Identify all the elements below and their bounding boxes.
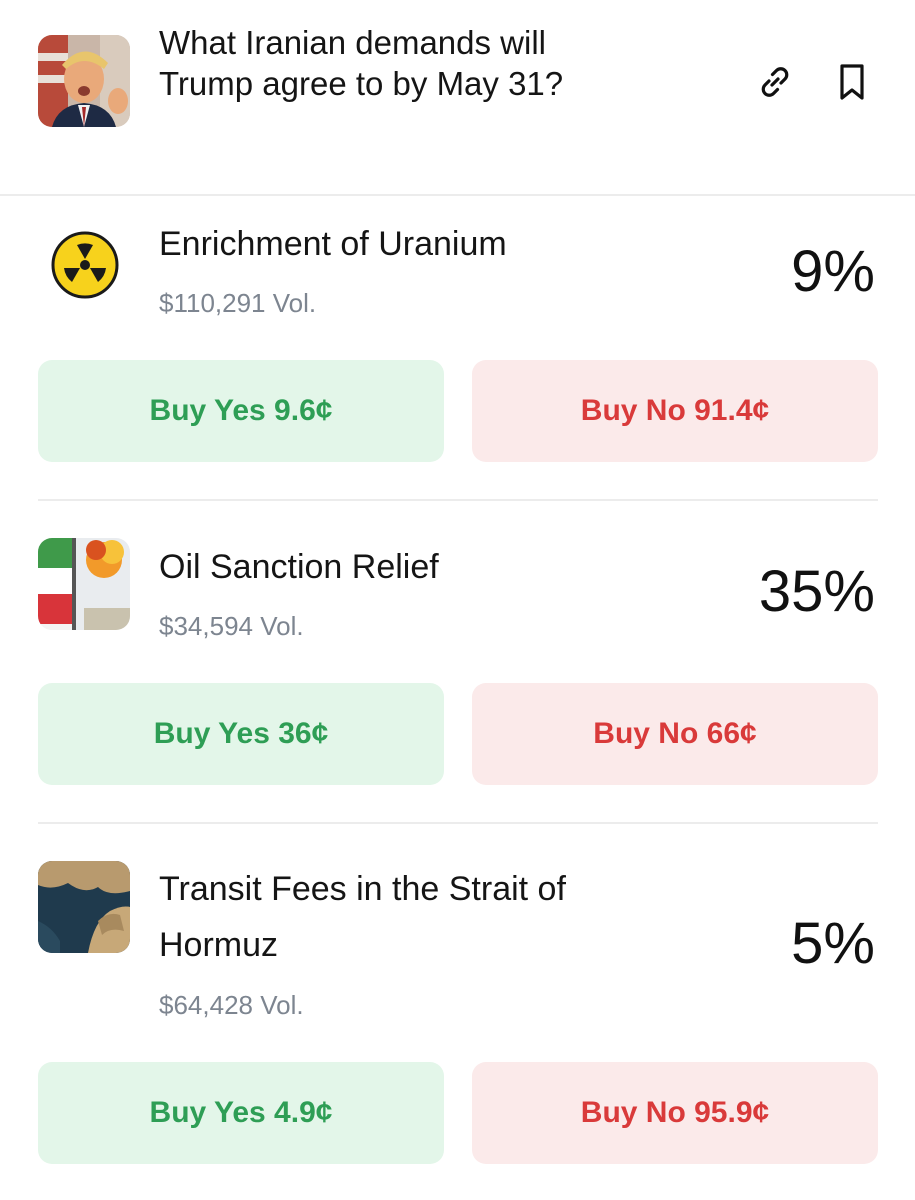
market-title: Enrichment of Uranium — [159, 225, 507, 263]
iran-flag-fire-icon — [38, 538, 130, 630]
market-header: What Iranian demands will Trump agree to… — [0, 0, 915, 195]
radiation-icon — [50, 230, 120, 300]
market-percent: 9% — [791, 239, 875, 304]
market-volume: $64,428 Vol. — [159, 990, 304, 1020]
link-icon[interactable] — [753, 60, 797, 104]
buy-yes-button[interactable]: Buy Yes 9.6¢ — [38, 360, 444, 462]
divider — [38, 822, 878, 824]
market-title: Oil Sanction Relief — [159, 548, 439, 586]
satellite-map-icon — [38, 861, 130, 953]
market-volume: $110,291 Vol. — [159, 288, 317, 318]
divider — [38, 499, 878, 501]
market-percent: 5% — [791, 911, 875, 976]
page-title: What Iranian demands will Trump agree to… — [159, 24, 564, 102]
buy-no-button[interactable]: Buy No 95.9¢ — [472, 1062, 878, 1164]
buy-no-button[interactable]: Buy No 66¢ — [472, 683, 878, 785]
buy-no-button[interactable]: Buy No 91.4¢ — [472, 360, 878, 462]
market-title: Transit Fees in the Strait of Hormuz — [159, 870, 566, 964]
person-photo-icon — [38, 35, 130, 127]
buy-yes-button[interactable]: Buy Yes 36¢ — [38, 683, 444, 785]
divider — [0, 194, 915, 196]
buy-yes-button[interactable]: Buy Yes 4.9¢ — [38, 1062, 444, 1164]
market-percent: 35% — [758, 559, 875, 624]
bookmark-icon[interactable] — [830, 60, 874, 104]
market-volume: $34,594 Vol. — [159, 611, 304, 641]
